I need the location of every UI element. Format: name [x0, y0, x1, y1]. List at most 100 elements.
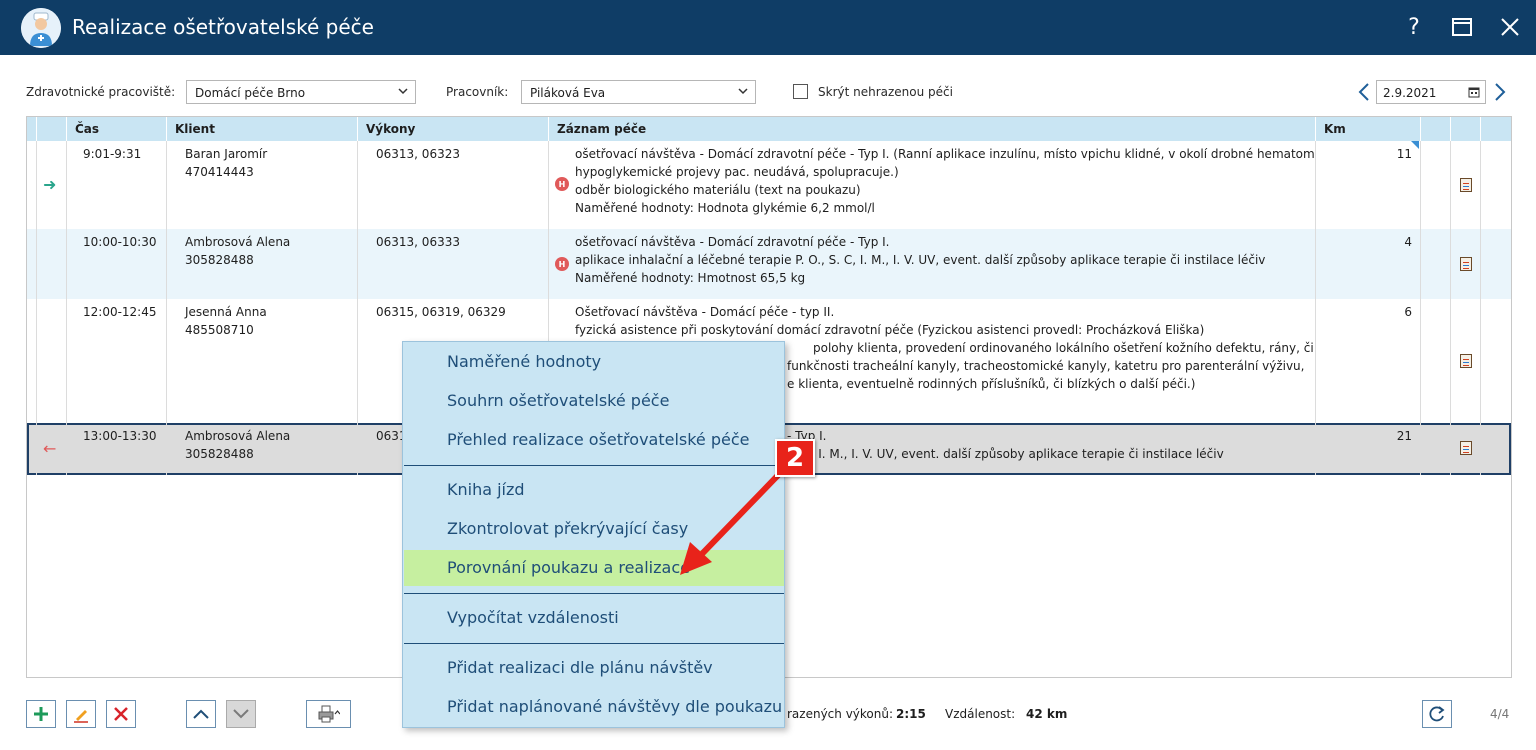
clipboard-icon[interactable] [1460, 354, 1472, 368]
row-codes: 06313, 06323 [358, 141, 549, 229]
close-button[interactable] [1493, 10, 1527, 44]
pencil-icon [74, 710, 88, 723]
row-extra [1421, 141, 1451, 229]
table-row[interactable]: ➜ 9:01-9:31 Baran Jaromír 470414443 0631… [27, 141, 1511, 229]
row-indicator [27, 141, 37, 229]
date-picker[interactable]: 2.9.2021 [1376, 80, 1486, 104]
edit-button[interactable] [66, 700, 96, 728]
step-badge: 2 [775, 439, 815, 477]
header-icon-col [37, 117, 67, 141]
workplace-value: Domácí péče Brno [195, 86, 306, 100]
move-up-button[interactable] [186, 700, 216, 728]
context-menu: Naměřené hodnoty Souhrn ošetřovatelské p… [402, 341, 785, 728]
worker-label: Pracovník: [446, 85, 509, 99]
delete-button[interactable] [106, 700, 136, 728]
client-id: 305828488 [185, 447, 254, 461]
note-line: fyzická asistence při poskytování domácí… [575, 323, 1205, 337]
menu-item-check-overlaps[interactable]: Zkontrolovat překrývající časy [404, 511, 784, 547]
header-indicator [27, 117, 37, 141]
next-day-button[interactable] [1491, 80, 1509, 104]
distance-value: 42 km [1026, 707, 1068, 721]
row-extra [1421, 299, 1451, 423]
plus-icon [34, 707, 48, 721]
menu-item-add-by-voucher[interactable]: Přidat naplánované návštěvy dle poukazu [404, 689, 784, 725]
calendar-icon [1468, 86, 1480, 101]
workplace-select[interactable]: Domácí péče Brno [186, 80, 416, 104]
flag-corner-icon [1411, 141, 1419, 149]
menu-item-calc-distances[interactable]: Vypočítat vzdálenosti [404, 600, 784, 636]
menu-item-care-summary[interactable]: Souhrn ošetřovatelské péče [404, 383, 784, 419]
prev-day-button[interactable] [1355, 80, 1373, 104]
row-record: ošetřovací návštěva - Domácí zdravotní p… [549, 229, 1316, 299]
client-name: Ambrosová Alena [185, 429, 291, 443]
header-client[interactable]: Klient [167, 117, 358, 141]
workplace-label: Zdravotnické pracoviště: [26, 85, 176, 99]
table-row[interactable]: 10:00-10:30 Ambrosová Alena 305828488 06… [27, 229, 1511, 299]
menu-separator [404, 643, 784, 644]
client-name: Ambrosová Alena [185, 235, 291, 249]
maximize-icon [1452, 18, 1472, 36]
refresh-button[interactable] [1422, 700, 1452, 728]
note-line: aplikace inhalační a léčebné terapie P. … [575, 253, 1266, 267]
client-id: 485508710 [185, 323, 254, 337]
client-name: Baran Jaromír [185, 147, 268, 161]
move-down-button[interactable] [226, 700, 256, 728]
worker-select[interactable]: Piláková Eva [521, 80, 756, 104]
menu-item-compare-voucher[interactable]: Porovnání poukazu a realizace [404, 550, 784, 586]
header-extra-1 [1421, 117, 1451, 141]
hide-unpaid-checkbox[interactable] [793, 84, 808, 99]
clipboard-icon[interactable] [1460, 441, 1472, 455]
total-time-value: 2:15 [896, 707, 926, 721]
row-record: ošetřovací návštěva - Domácí zdravotní p… [549, 141, 1316, 229]
note-line: Naměřené hodnoty: Hmotnost 65,5 kg [575, 271, 806, 285]
row-time: 12:00-12:45 [67, 299, 167, 423]
hide-unpaid-label: Skrýt nehrazenou péči [818, 85, 953, 99]
row-time: 13:00-13:30 [67, 423, 167, 475]
row-indicator [27, 229, 37, 299]
client-id: 305828488 [185, 253, 254, 267]
client-id: 470414443 [185, 165, 254, 179]
arrow-right-icon: ➜ [43, 175, 57, 194]
header-codes[interactable]: Výkony [358, 117, 549, 141]
row-icon-cell [37, 229, 67, 299]
row-time: 10:00-10:30 [67, 229, 167, 299]
chevron-down-icon [233, 709, 249, 719]
row-indicator [27, 299, 37, 423]
heart-icon: H [555, 257, 569, 271]
row-km: 11 [1316, 141, 1421, 229]
header-time[interactable]: Čas [67, 117, 167, 141]
row-extra [1421, 229, 1451, 299]
row-indicator [27, 423, 37, 475]
date-value: 2.9.2021 [1383, 86, 1437, 100]
note-line: Ošetřovací návštěva - Domácí péče - typ … [575, 305, 835, 319]
menu-separator [404, 593, 784, 594]
chevron-right-icon [1495, 83, 1506, 101]
row-icon-cell [37, 299, 67, 423]
menu-item-measured-values[interactable]: Naměřené hodnoty [404, 344, 784, 380]
menu-item-logbook[interactable]: Kniha jízd [404, 472, 784, 508]
help-button[interactable]: ? [1397, 10, 1431, 44]
header-record[interactable]: Záznam péče [549, 117, 1316, 141]
menu-item-add-by-plan[interactable]: Přidat realizaci dle plánu návštěv [404, 650, 784, 686]
total-time-label: razených výkonů: [787, 707, 894, 721]
clipboard-icon[interactable] [1460, 257, 1472, 271]
maximize-button[interactable] [1445, 10, 1479, 44]
chevron-down-icon [737, 85, 749, 100]
delete-x-icon [114, 707, 128, 721]
add-button[interactable] [26, 700, 56, 728]
window-title: Realizace ošetřovatelské péče [72, 15, 374, 39]
note-line: hypoglykemické projevy pac. neudává, spo… [575, 165, 899, 179]
chevron-up-icon [193, 709, 209, 719]
note-line: ošetřovací návštěva - Domácí zdravotní p… [575, 235, 890, 249]
print-menu-button[interactable] [306, 700, 351, 728]
menu-item-care-overview[interactable]: Přehled realizace ošetřovatelské péče [404, 422, 784, 458]
row-client: Ambrosová Alena 305828488 [167, 229, 358, 299]
row-time: 9:01-9:31 [67, 141, 167, 229]
arrow-left-icon: ← [43, 439, 57, 458]
header-km[interactable]: Km [1316, 117, 1421, 141]
header-extra-2 [1451, 117, 1481, 141]
close-icon [1501, 18, 1519, 36]
chevron-left-icon [1358, 83, 1369, 101]
row-codes: 06313, 06333 [358, 229, 549, 299]
clipboard-icon[interactable] [1460, 178, 1472, 192]
